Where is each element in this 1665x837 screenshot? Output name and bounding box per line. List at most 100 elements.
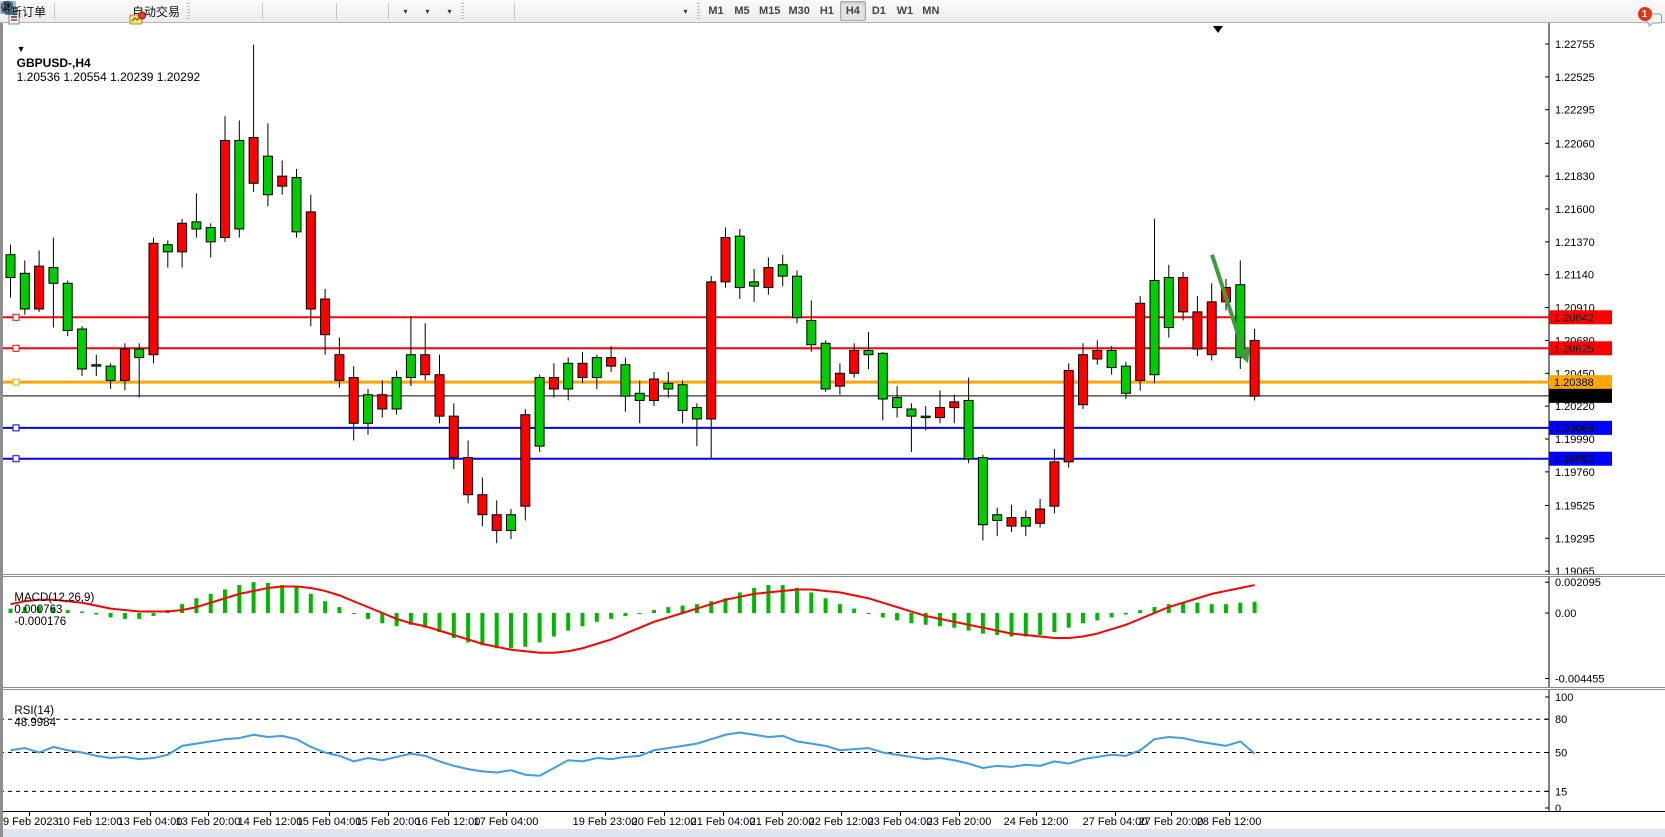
price-level-badge-text: 1.19852 bbox=[1554, 454, 1594, 466]
time-axis-label: 9 Feb 2023 bbox=[3, 816, 59, 828]
auto-scroll-button[interactable] bbox=[341, 1, 362, 21]
timeframe-button-W1[interactable]: W1 bbox=[892, 1, 918, 21]
time-axis-label: 23 Feb 20:00 bbox=[927, 816, 992, 828]
line-chart-button[interactable] bbox=[237, 1, 258, 21]
line-handle[interactable] bbox=[13, 314, 19, 320]
toolbar-grip bbox=[461, 3, 464, 19]
time-axis-label: 10 Feb 12:00 bbox=[58, 816, 123, 828]
time-axis-label: 21 Feb 20:00 bbox=[750, 816, 815, 828]
time-axis-label: 14 Feb 12:00 bbox=[238, 816, 303, 828]
chart-shift-button[interactable] bbox=[363, 1, 384, 21]
time-axis-label: 22 Feb 12:00 bbox=[809, 816, 874, 828]
toolbar-separator bbox=[336, 3, 337, 20]
trendline-button[interactable] bbox=[563, 1, 584, 21]
templates-button[interactable]: ▾ bbox=[437, 1, 458, 21]
chart-shift-marker[interactable] bbox=[1213, 26, 1223, 33]
timeframe-button-H4[interactable]: H4 bbox=[840, 1, 866, 21]
timeframe-button-M15[interactable]: M15 bbox=[755, 1, 784, 21]
time-axis-label: 13 Feb 20:00 bbox=[176, 816, 241, 828]
timeframe-button-D1[interactable]: D1 bbox=[866, 1, 892, 21]
horizontal-line-button[interactable] bbox=[541, 1, 562, 21]
indicators-button[interactable]: ▾ bbox=[393, 1, 414, 21]
timeframe-button-M1[interactable]: M1 bbox=[703, 1, 729, 21]
market-depth-button[interactable] bbox=[81, 1, 102, 21]
notifications-button[interactable]: 1 bbox=[1635, 1, 1656, 21]
chart-title[interactable]: ▼ GBPUSD-,H4 1.20536 1.20554 1.20239 1.2… bbox=[10, 28, 200, 84]
time-axis-label: 15 Feb 04:00 bbox=[297, 816, 362, 828]
cursor-button[interactable] bbox=[467, 1, 488, 21]
toolbar-separator bbox=[54, 3, 55, 20]
rsi-canvas: 1008050150 bbox=[0, 690, 1665, 811]
text-label-button[interactable]: T bbox=[651, 1, 672, 21]
timeframe-button-M5[interactable]: M5 bbox=[729, 1, 755, 21]
candlesticks bbox=[6, 45, 1259, 544]
vertical-line-button[interactable] bbox=[519, 1, 540, 21]
price-axis-label: 1.20220 bbox=[1555, 401, 1595, 413]
rsi-line bbox=[11, 733, 1255, 776]
toolbar-grip bbox=[697, 3, 700, 19]
channel-button[interactable]: E bbox=[585, 1, 606, 21]
tile-windows-button[interactable] bbox=[311, 1, 332, 21]
zoom-in-button[interactable] bbox=[267, 1, 288, 21]
timeframe-button-M30[interactable]: M30 bbox=[784, 1, 813, 21]
price-level-badge-text: 1.20625 bbox=[1554, 343, 1594, 355]
time-axis-label: 19 Feb 23:00 bbox=[573, 816, 638, 828]
rsi-indicator-label: RSI(14) 48.9984 bbox=[8, 693, 56, 729]
auto-trading-button[interactable]: 自动交易 bbox=[125, 1, 184, 21]
price-axis-label: 1.21140 bbox=[1555, 270, 1594, 282]
rsi-panel[interactable]: 1008050150 bbox=[0, 690, 1665, 811]
price-axis-label: 1.19525 bbox=[1555, 500, 1595, 512]
zoom-out-button[interactable] bbox=[289, 1, 310, 21]
toolbar-separator bbox=[514, 3, 515, 20]
macd-axis-label: 0.00 bbox=[1555, 608, 1576, 620]
time-axis-label: 28 Feb 12:00 bbox=[1197, 816, 1262, 828]
text-button[interactable]: A bbox=[629, 1, 650, 21]
periods-button[interactable]: ▾ bbox=[415, 1, 436, 21]
price-axis-label: 1.22525 bbox=[1555, 72, 1595, 84]
price-axis-label: 1.21600 bbox=[1555, 204, 1595, 216]
toolbar-separator bbox=[388, 3, 389, 20]
search-button[interactable] bbox=[1613, 1, 1634, 21]
rsi-axis-label: 15 bbox=[1555, 786, 1567, 798]
time-axis-label: 16 Feb 12:00 bbox=[416, 816, 481, 828]
time-axis-label: 21 Feb 04:00 bbox=[691, 816, 756, 828]
price-chart-panel[interactable]: 1.227551.225251.222951.220601.218301.216… bbox=[0, 23, 1665, 574]
macd-panel[interactable]: 0.0020950.00-0.004455 bbox=[0, 577, 1665, 687]
timeframe-button-MN[interactable]: MN bbox=[918, 1, 944, 21]
macd-name: MACD(12,26,9) bbox=[14, 592, 94, 604]
deposit-button[interactable] bbox=[59, 1, 80, 21]
arrow-tools-button[interactable]: ▾ bbox=[673, 1, 694, 21]
line-handle[interactable] bbox=[13, 345, 19, 351]
crosshair-button[interactable] bbox=[489, 1, 510, 21]
bar-chart-button[interactable] bbox=[193, 1, 214, 21]
symbol-period-label: GBPUSD-,H4 bbox=[17, 56, 91, 70]
timeframe-group: M1M5M15M30H1H4D1W1MN bbox=[703, 1, 944, 21]
signals-button[interactable] bbox=[103, 1, 124, 21]
macd-indicator-label: MACD(12,26,9) 0.000763 -0.000176 bbox=[8, 580, 94, 628]
rsi-name: RSI(14) bbox=[14, 705, 54, 717]
price-axis-label: 1.22295 bbox=[1555, 105, 1595, 117]
price-axis-label: 1.19295 bbox=[1555, 533, 1595, 545]
price-axis-label: 1.19760 bbox=[1555, 467, 1595, 479]
chevron-down-icon: ▾ bbox=[448, 7, 452, 16]
candlestick-chart-button[interactable] bbox=[215, 1, 236, 21]
macd-canvas: 0.0020950.00-0.004455 bbox=[0, 577, 1665, 687]
main-toolbar: 新订单 自动交易 ▾ bbox=[0, 0, 1665, 23]
macd-axis-label: -0.004455 bbox=[1555, 673, 1605, 685]
chevron-down-icon: ▾ bbox=[684, 7, 688, 16]
line-handle[interactable] bbox=[13, 456, 19, 462]
rsi-axis-label: 80 bbox=[1555, 714, 1567, 726]
price-level-badge-text: 1.20292 bbox=[1554, 391, 1594, 403]
line-handle[interactable] bbox=[13, 379, 19, 385]
price-axis-label: 1.21370 bbox=[1555, 237, 1595, 249]
time-axis-label: 23 Feb 04:00 bbox=[868, 816, 933, 828]
timeframe-button-H1[interactable]: H1 bbox=[814, 1, 840, 21]
symbol-dropdown-icon[interactable]: ▼ bbox=[17, 44, 26, 54]
line-handle[interactable] bbox=[13, 425, 19, 431]
fibonacci-button[interactable]: F bbox=[607, 1, 628, 21]
time-axis-label: 27 Feb 20:00 bbox=[1139, 816, 1204, 828]
macd-signal-value: -0.000176 bbox=[14, 616, 66, 628]
rsi-axis-label: 100 bbox=[1555, 692, 1573, 704]
rsi-axis-label: 50 bbox=[1555, 748, 1567, 760]
chevron-down-icon: ▾ bbox=[404, 7, 408, 16]
